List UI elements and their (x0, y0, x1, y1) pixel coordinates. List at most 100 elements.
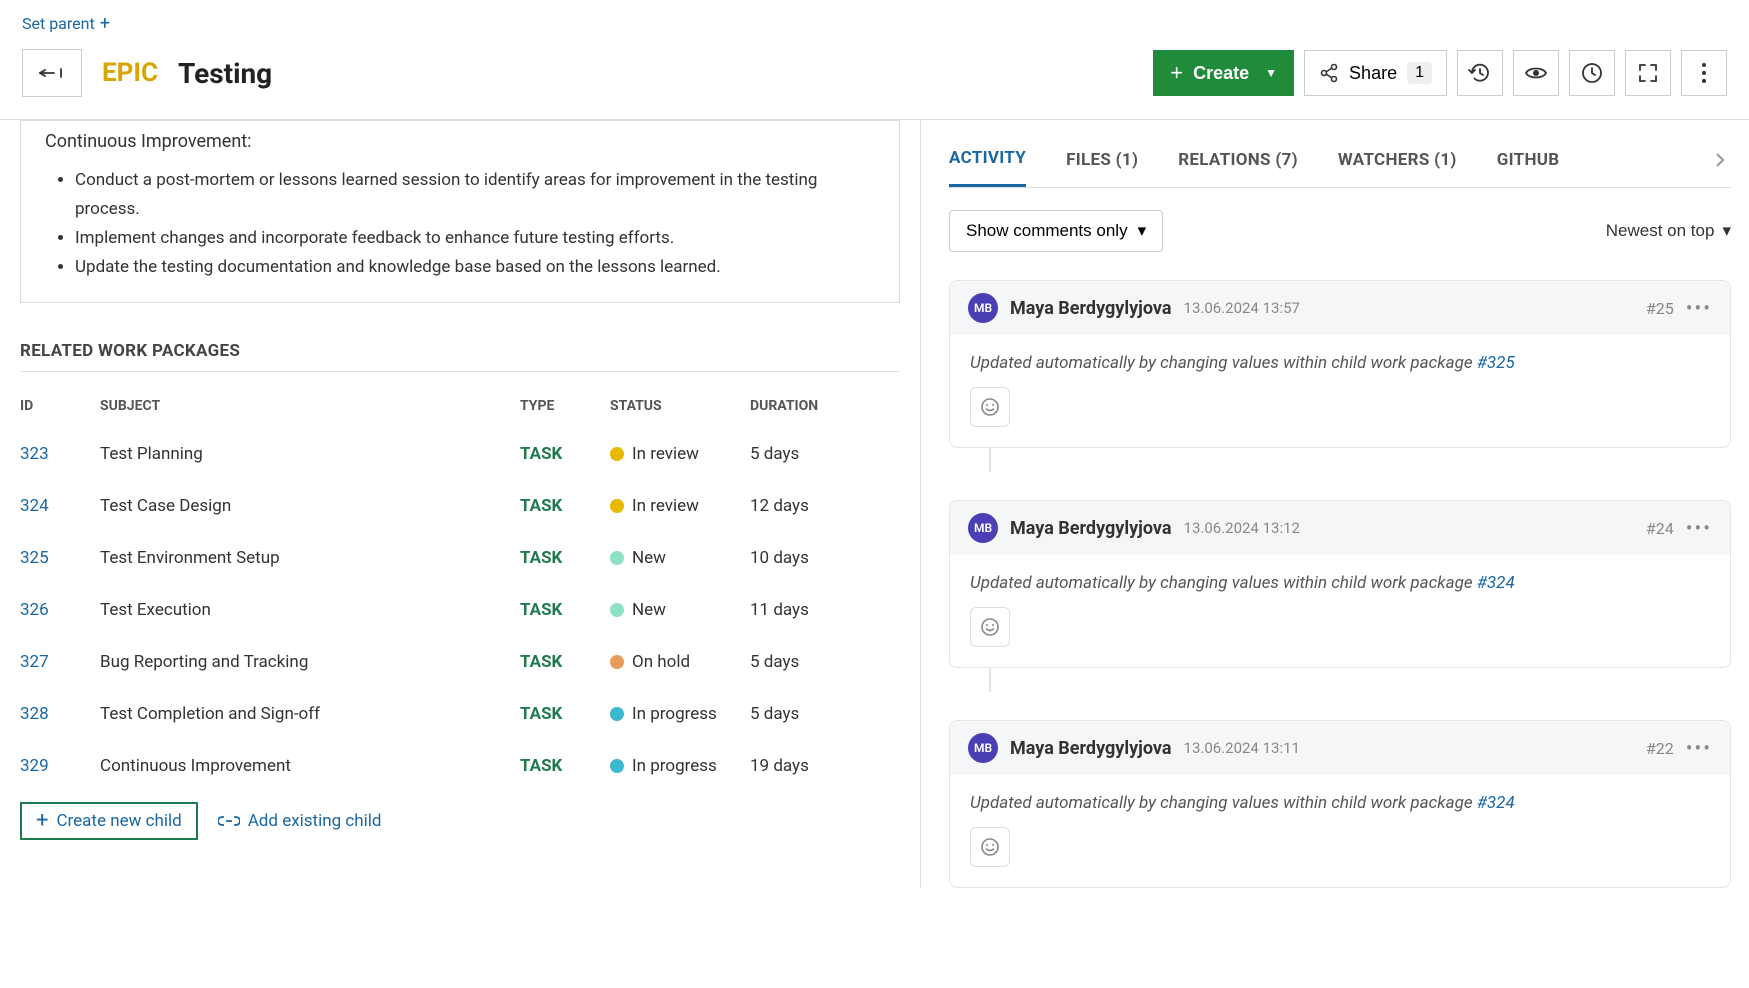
tab-activity[interactable]: ACTIVITY (949, 132, 1026, 187)
wp-id-link[interactable]: 325 (20, 548, 49, 568)
add-existing-child-button[interactable]: Add existing child (218, 811, 382, 831)
wp-subject: Test Environment Setup (100, 532, 520, 584)
activity-body: Updated automatically by changing values… (950, 555, 1730, 667)
plus-icon: + (36, 810, 48, 832)
activity-number[interactable]: #22 (1646, 739, 1674, 758)
eye-icon (1524, 65, 1548, 81)
status-dot-icon (610, 499, 624, 513)
activity-author[interactable]: Maya Berdygylyjova (1010, 298, 1172, 319)
activity-timestamp: 13.06.2024 13:11 (1184, 739, 1300, 757)
page-title[interactable]: Testing (178, 57, 272, 90)
activity-timestamp: 13.06.2024 13:57 (1184, 299, 1300, 317)
wp-subject: Test Planning (100, 428, 520, 480)
work-package-type-badge: EPIC (102, 58, 158, 88)
col-header-duration[interactable]: DURATION (750, 380, 900, 428)
activity-menu-button[interactable]: ••• (1686, 736, 1712, 760)
tab-watchers[interactable]: WATCHERS (1) (1338, 134, 1457, 186)
table-row[interactable]: 328Test Completion and Sign-offTASKIn pr… (20, 688, 900, 740)
wp-id-link[interactable]: 329 (20, 756, 49, 776)
avatar[interactable]: MB (968, 733, 998, 763)
tab-github[interactable]: GITHUB (1497, 134, 1560, 186)
fullscreen-button[interactable] (1625, 50, 1671, 96)
add-reaction-button[interactable] (970, 387, 1010, 427)
table-row[interactable]: 323Test PlanningTASKIn review5 days (20, 428, 900, 480)
activity-history-button[interactable] (1457, 50, 1503, 96)
wp-id-link[interactable]: 326 (20, 600, 49, 620)
wp-subject: Bug Reporting and Tracking (100, 636, 520, 688)
wp-id-link[interactable]: 324 (20, 496, 49, 516)
tab-relations[interactable]: RELATIONS (7) (1178, 134, 1298, 186)
comments-filter-dropdown[interactable]: Show comments only ▾ (949, 210, 1163, 252)
activity-number[interactable]: #24 (1646, 519, 1674, 538)
description-box[interactable]: Continuous Improvement: Conduct a post-m… (20, 120, 900, 303)
wp-subject: Test Case Design (100, 480, 520, 532)
sort-label: Newest on top (1606, 221, 1715, 241)
status-dot-icon (610, 759, 624, 773)
set-parent-link[interactable]: Set parent + (0, 0, 1749, 43)
wp-type-badge: TASK (520, 444, 562, 464)
wp-subject: Continuous Improvement (100, 740, 520, 792)
activity-menu-button[interactable]: ••• (1686, 296, 1712, 320)
wp-reference-link[interactable]: #325 (1477, 353, 1515, 373)
description-bullet: Conduct a post-mortem or lessons learned… (75, 166, 885, 224)
table-row[interactable]: 327Bug Reporting and TrackingTASKOn hold… (20, 636, 900, 688)
wp-id-link[interactable]: 327 (20, 652, 49, 672)
wp-reference-link[interactable]: #324 (1477, 573, 1515, 593)
table-row[interactable]: 325Test Environment SetupTASKNew10 days (20, 532, 900, 584)
wp-id-link[interactable]: 328 (20, 704, 49, 724)
chevron-down-icon: ▾ (1138, 221, 1147, 241)
back-button[interactable] (22, 49, 82, 97)
thread-connector (989, 448, 991, 472)
plus-icon: + (100, 15, 110, 33)
wp-type-badge: TASK (520, 600, 562, 620)
kebab-icon (1701, 62, 1707, 84)
description-list: Conduct a post-mortem or lessons learned… (75, 166, 885, 282)
wp-status: In progress (610, 756, 750, 776)
status-dot-icon (610, 603, 624, 617)
wp-reference-link[interactable]: #324 (1477, 793, 1515, 813)
more-menu-button[interactable] (1681, 50, 1727, 96)
share-count-badge: 1 (1407, 62, 1432, 84)
col-header-status[interactable]: STATUS (610, 380, 750, 428)
activity-body: Updated automatically by changing values… (950, 775, 1730, 887)
wp-duration: 12 days (750, 480, 900, 532)
wp-status: New (610, 600, 750, 620)
activity-number[interactable]: #25 (1646, 299, 1674, 318)
create-new-child-button[interactable]: + Create new child (20, 802, 198, 840)
wp-id-link[interactable]: 323 (20, 444, 49, 464)
description-bullet: Update the testing documentation and kno… (75, 253, 885, 282)
tab-files[interactable]: FILES (1) (1066, 134, 1138, 186)
activity-menu-button[interactable]: ••• (1686, 516, 1712, 540)
status-dot-icon (610, 655, 624, 669)
wp-duration: 11 days (750, 584, 900, 636)
col-header-type[interactable]: TYPE (520, 380, 610, 428)
activity-card: MB Maya Berdygylyjova 13.06.2024 13:12 #24 •… (949, 500, 1731, 668)
table-row[interactable]: 324Test Case DesignTASKIn review12 days (20, 480, 900, 532)
table-row[interactable]: 329Continuous ImprovementTASKIn progress… (20, 740, 900, 792)
activity-author[interactable]: Maya Berdygylyjova (1010, 738, 1172, 759)
table-row[interactable]: 326 Test ExecutionTASK New11 days (20, 584, 900, 636)
add-reaction-button[interactable] (970, 607, 1010, 647)
chevron-down-icon: ▾ (1722, 221, 1731, 241)
activity-timestamp: 13.06.2024 13:12 (1184, 519, 1300, 537)
share-button[interactable]: Share 1 (1304, 50, 1447, 96)
timer-button[interactable] (1569, 50, 1615, 96)
status-dot-icon (610, 447, 624, 461)
wp-duration: 10 days (750, 532, 900, 584)
create-child-label: Create new child (56, 811, 181, 831)
activity-card: MB Maya Berdygylyjova 13.06.2024 13:57 #25 •… (949, 280, 1731, 448)
add-reaction-button[interactable] (970, 827, 1010, 867)
activity-author[interactable]: Maya Berdygylyjova (1010, 518, 1172, 539)
wp-subject: Test Execution (100, 584, 520, 636)
create-label: Create (1193, 63, 1249, 84)
col-header-id[interactable]: ID (20, 380, 100, 428)
avatar[interactable]: MB (968, 513, 998, 543)
avatar[interactable]: MB (968, 293, 998, 323)
sort-dropdown[interactable]: Newest on top ▾ (1606, 221, 1731, 241)
set-parent-label: Set parent (22, 14, 95, 33)
tabs-scroll-right[interactable] (1715, 152, 1731, 168)
create-button[interactable]: + Create ▼ (1153, 50, 1294, 96)
col-header-subject[interactable]: SUBJECT (100, 380, 520, 428)
watch-button[interactable] (1513, 50, 1559, 96)
wp-status: In review (610, 496, 750, 516)
